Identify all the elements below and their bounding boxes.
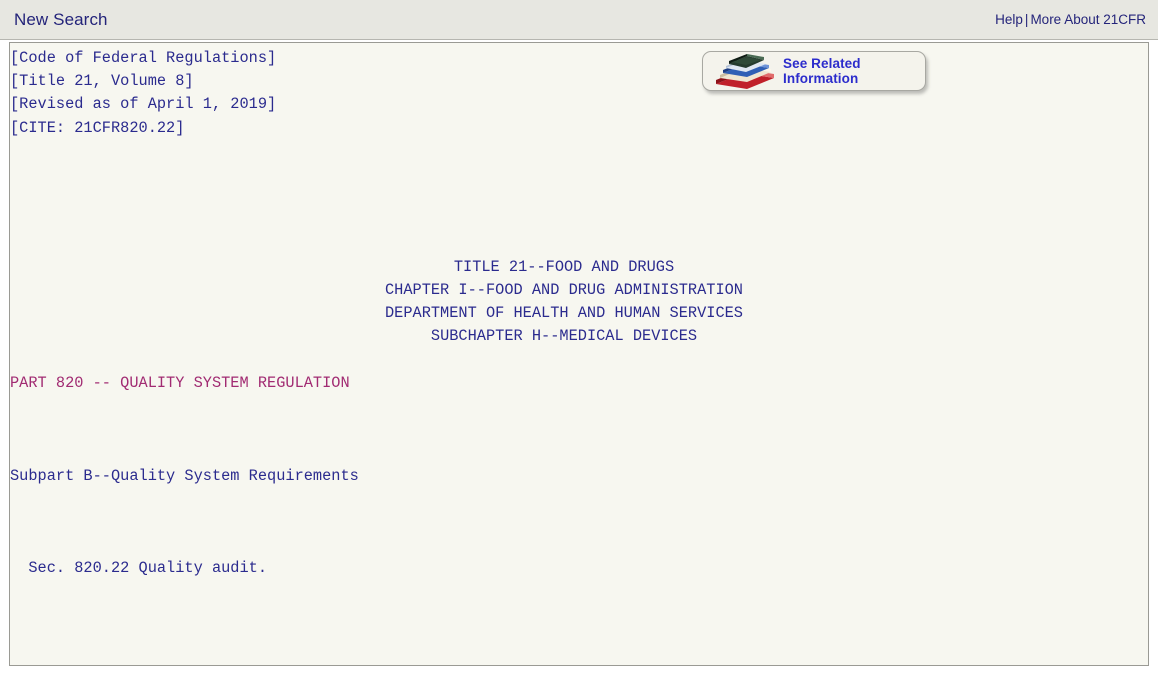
books-stack-icon bbox=[713, 53, 777, 91]
cfr-header-block: [Code of Federal Regulations] [Title 21,… bbox=[10, 49, 277, 137]
blank-line-4 bbox=[10, 511, 1148, 534]
blank-line-1 bbox=[10, 163, 1148, 186]
document-frame: See Related Information [Code of Federal… bbox=[9, 42, 1149, 666]
page-bottom-spacer bbox=[0, 668, 1158, 675]
blank-line-3 bbox=[10, 418, 1148, 441]
nav-left-group: New Search bbox=[14, 10, 108, 30]
cfr-part-title: PART 820 -- QUALITY SYSTEM REGULATION bbox=[10, 373, 350, 392]
blank-line-6 bbox=[10, 650, 1148, 665]
cfr-document-text: [Code of Federal Regulations] [Title 21,… bbox=[10, 43, 1148, 665]
more-about-21cfr-link[interactable]: More About 21CFR bbox=[1030, 12, 1146, 27]
help-link[interactable]: Help bbox=[995, 12, 1023, 27]
nav-right-group: Help | More About 21CFR bbox=[995, 12, 1146, 27]
cfr-subpart: Subpart B--Quality System Requirements bbox=[10, 466, 359, 485]
see-related-information-button[interactable]: See Related Information bbox=[702, 51, 926, 91]
related-label-line1: See Related bbox=[783, 56, 861, 71]
blank-line-5 bbox=[10, 604, 1148, 627]
cfr-section-heading: Sec. 820.22 Quality audit. bbox=[10, 559, 268, 578]
new-search-link[interactable]: New Search bbox=[14, 10, 108, 29]
top-navigation-bar: New Search Help | More About 21CFR bbox=[0, 0, 1158, 40]
blank-line-2 bbox=[10, 209, 1148, 232]
see-related-information-label: See Related Information bbox=[783, 56, 861, 86]
cfr-title-block: TITLE 21--FOOD AND DRUGS CHAPTER I--FOOD… bbox=[384, 257, 743, 346]
top-navigation-inner: New Search Help | More About 21CFR bbox=[0, 0, 1158, 39]
related-label-line2: Information bbox=[783, 71, 859, 86]
